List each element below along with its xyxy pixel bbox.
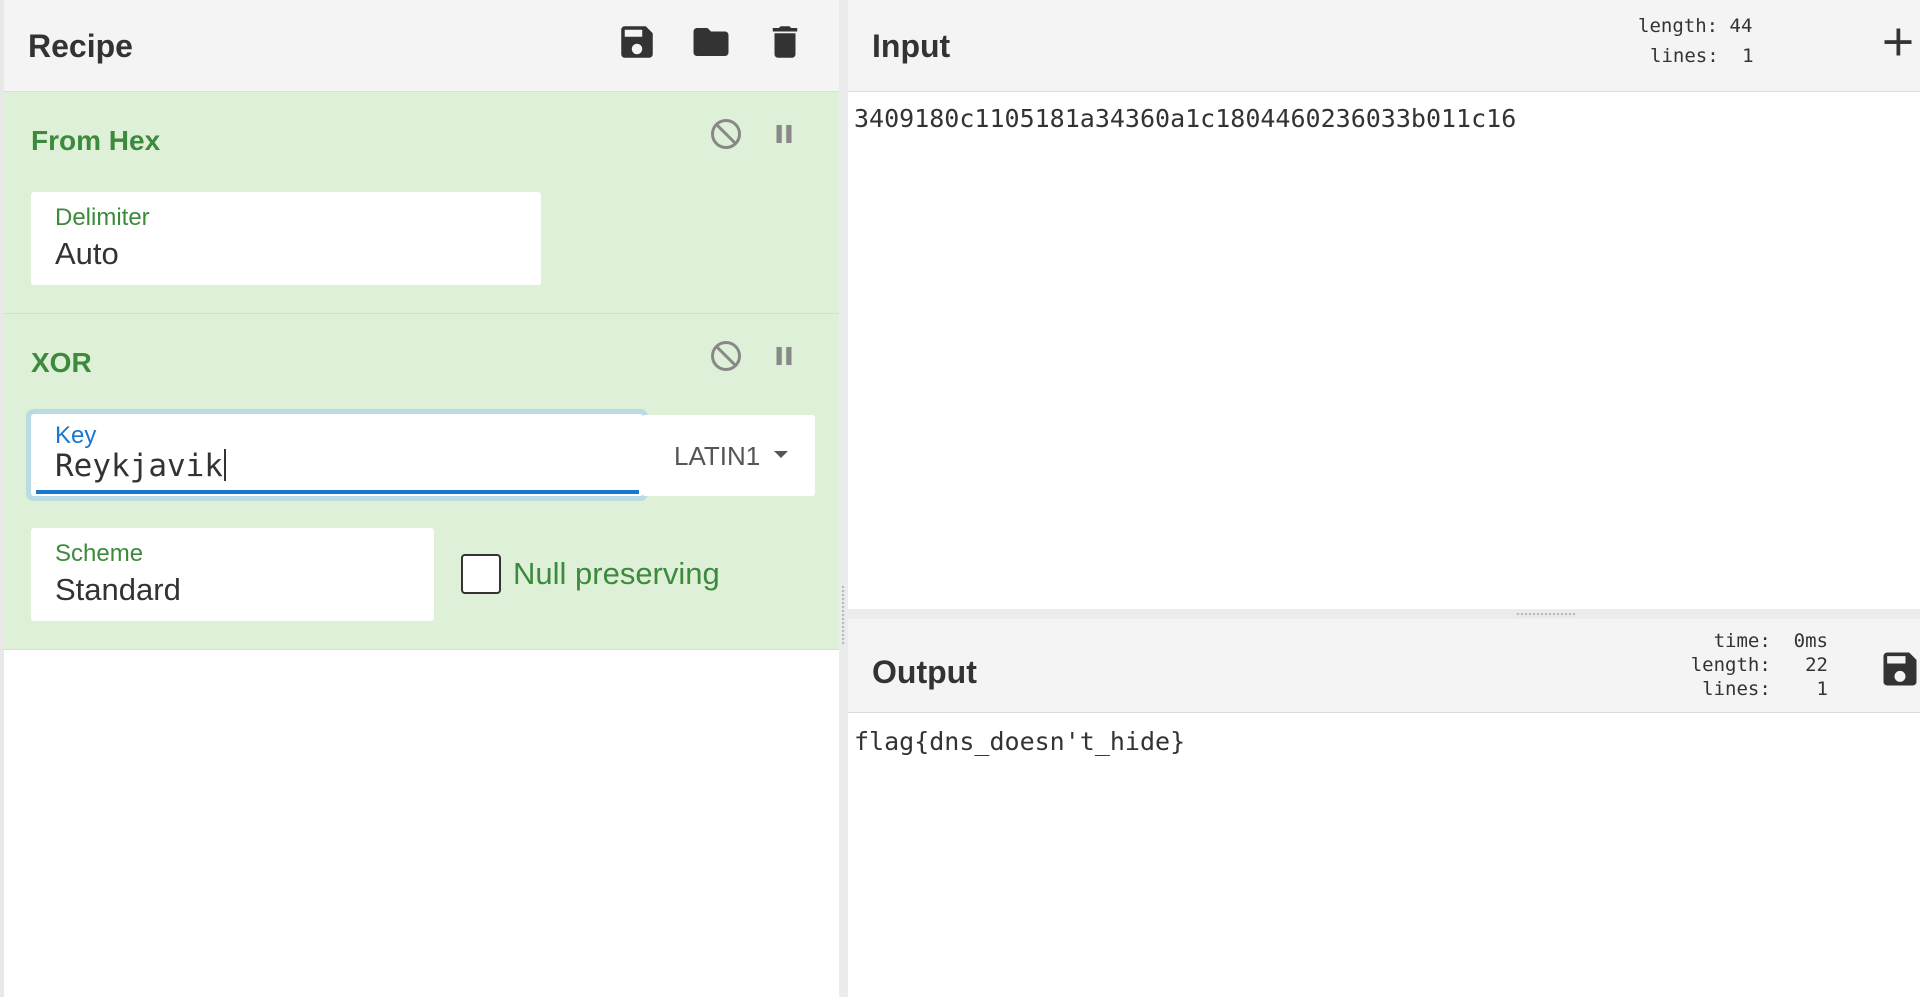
chevron-down-icon (774, 451, 788, 458)
recipe-header: Recipe (4, 0, 839, 92)
input-text[interactable]: 3409180c1105181a34360a1c1804460236033b01… (854, 104, 1516, 133)
key-encoding-value: LATIN1 (674, 441, 761, 471)
key-value: Reykjavik (55, 448, 226, 484)
resize-grip (1516, 612, 1576, 617)
delimiter-value: Auto (55, 236, 119, 271)
operation-from-hex: From Hex Delimiter Auto (4, 92, 839, 314)
output-header: Output time: 0ms length: 22 lines: 1 (848, 619, 1920, 713)
output-stats-lines: lines: 1 (1702, 678, 1828, 700)
add-input-icon[interactable] (1880, 24, 1916, 60)
save-output-icon[interactable] (1878, 647, 1920, 691)
input-pane: Input length: 44 lines: 1 3409180c110518… (848, 0, 1920, 609)
operation-xor: XOR Key Reykjavik LATIN1 Scheme Standard… (4, 314, 839, 650)
text-caret (223, 449, 226, 481)
input-stats: length: 44 (1638, 15, 1753, 37)
input-stats-lines: lines: 1 (1650, 45, 1754, 67)
operation-title: XOR (31, 347, 92, 378)
key-label: Key (55, 422, 97, 449)
output-pane: Output time: 0ms length: 22 lines: 1 fla… (848, 619, 1920, 997)
save-icon[interactable] (616, 20, 658, 64)
delimiter-field[interactable]: Delimiter Auto (31, 192, 541, 285)
operation-title: From Hex (31, 125, 161, 156)
vertical-resizer[interactable] (839, 0, 848, 997)
input-header: Input length: 44 lines: 1 (848, 0, 1920, 92)
key-field[interactable]: Key Reykjavik (31, 414, 643, 496)
recipe-pane: Recipe From Hex Delimiter Auto XOR Key R… (0, 0, 839, 997)
scheme-field[interactable]: Scheme Standard (31, 528, 434, 621)
key-encoding-dropdown[interactable]: LATIN1 (642, 415, 815, 496)
null-preserving-label[interactable]: Null preserving (513, 556, 720, 592)
delimiter-label: Delimiter (55, 204, 150, 231)
trash-icon[interactable] (764, 20, 806, 64)
resize-grip (841, 585, 846, 645)
null-preserving-checkbox[interactable] (461, 554, 501, 594)
output-stats-time: time: 0ms (1713, 630, 1828, 652)
scheme-label: Scheme (55, 540, 144, 567)
output-stats-length: length: 22 (1690, 654, 1828, 676)
disable-icon[interactable] (708, 338, 744, 374)
pause-icon[interactable] (766, 338, 802, 374)
output-title: Output (872, 654, 977, 690)
scheme-value: Standard (55, 572, 181, 607)
disable-icon[interactable] (708, 116, 744, 152)
output-text[interactable]: flag{dns_doesn't_hide} (854, 727, 1185, 756)
recipe-title: Recipe (28, 28, 133, 64)
pause-icon[interactable] (766, 116, 802, 152)
horizontal-resizer[interactable] (848, 609, 1920, 619)
input-title: Input (872, 28, 951, 64)
focus-underline (36, 490, 639, 494)
folder-icon[interactable] (690, 20, 732, 64)
